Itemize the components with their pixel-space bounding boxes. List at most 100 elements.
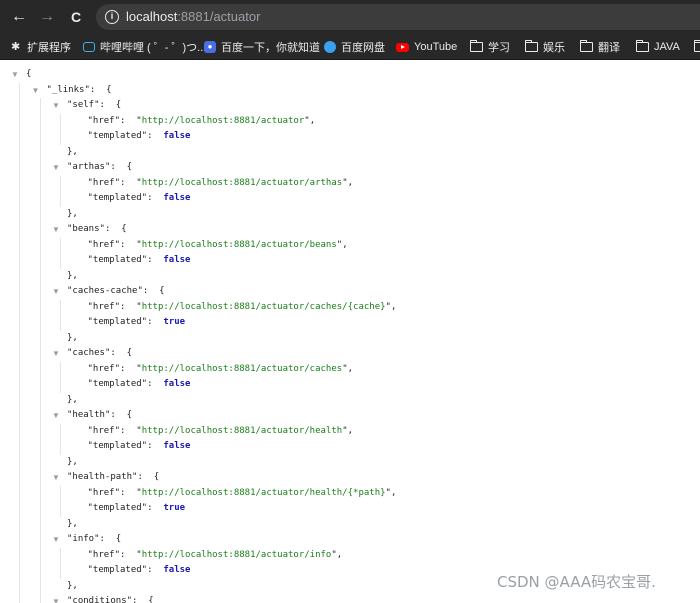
folder-icon [636, 40, 649, 52]
json-code: "href": "http://localhost:8881/actuator/… [87, 301, 397, 312]
json-href-line: "href": "http://localhost:8881/actuator/… [0, 486, 700, 502]
json-punctuation: , [347, 177, 354, 188]
json-key: "templated" [87, 255, 148, 265]
collapse-toggle-icon[interactable]: ▼ [51, 222, 61, 238]
json-key: "templated" [87, 131, 148, 141]
json-code: "info": { [67, 534, 122, 544]
json-code: }, [67, 145, 78, 161]
json-punctuation: }, [67, 456, 78, 467]
json-punctuation: , [390, 301, 397, 312]
json-punctuation: : { [110, 162, 133, 172]
json-key: "href" [87, 239, 121, 250]
json-templated-line: "templated": false [0, 129, 700, 145]
forward-icon[interactable]: → [37, 7, 57, 27]
bookmark-bilibili[interactable]: 哔哩哔哩 ( ゜- ゜)つ... [83, 34, 206, 59]
json-key: "href" [87, 115, 121, 126]
bookmark-extensions[interactable]: ✱ 扩展程序 [11, 34, 71, 59]
json-bool-value: true [163, 503, 186, 513]
bookmark-folder-entertainment[interactable]: 娱乐 [525, 34, 565, 59]
back-icon[interactable]: ← [9, 7, 29, 27]
bookmark-folder-study[interactable]: 学习 [470, 34, 510, 59]
json-key: conditions [72, 596, 127, 603]
bookmark-overflow[interactable] [694, 34, 700, 59]
json-punctuation: : [147, 131, 164, 141]
json-entry-key: ▼ "health": { [0, 408, 700, 424]
json-key: "href" [87, 301, 121, 312]
baidu-icon: ● [204, 41, 216, 53]
collapse-toggle-icon[interactable]: ▼ [10, 67, 20, 83]
folder-icon [580, 40, 593, 52]
json-key: "templated" [87, 379, 148, 389]
collapse-toggle-icon[interactable]: ▼ [51, 408, 61, 424]
json-href-line: "href": "http://localhost:8881/actuator/… [0, 424, 700, 440]
address-bar[interactable]: i localhost:8881/actuator [96, 4, 700, 30]
collapse-toggle-icon[interactable]: ▼ [51, 160, 61, 176]
json-href-line: "href": "http://localhost:8881/actuator/… [0, 176, 700, 192]
json-code: "health-path": { [67, 472, 160, 482]
bookmark-folder-java[interactable]: JAVA [636, 34, 680, 59]
json-entry-key: ▼ "health-path": { [0, 470, 700, 486]
json-code: "caches": { [67, 348, 133, 358]
json-punctuation: , [309, 115, 316, 126]
bookmark-label: 百度一下，你就知道 [221, 42, 320, 54]
json-code: "templated": true [88, 501, 186, 517]
json-punctuation: : { [89, 84, 112, 95]
json-punctuation: : { [99, 100, 122, 110]
json-string-value: http://localhost:8881/actuator/caches/{c… [141, 301, 386, 312]
json-code: "templated": false [88, 129, 191, 145]
json-punctuation: }, [67, 332, 78, 343]
watermark: CSDN @AAA码农宝哥. [497, 573, 656, 591]
json-entry-close: }, [0, 269, 700, 285]
json-code: "href": "http://localhost:8881/actuator"… [87, 115, 316, 126]
indent-guide [60, 485, 61, 517]
collapse-toggle-icon[interactable]: ▼ [51, 470, 61, 486]
folder-icon [470, 40, 483, 52]
indent-guide [60, 547, 61, 579]
bookmark-baidu[interactable]: ● 百度一下，你就知道 [204, 34, 320, 59]
json-key: "templated" [87, 193, 148, 203]
indent-guide [39, 98, 41, 603]
json-entry-close: }, [0, 393, 700, 409]
collapse-toggle-icon[interactable]: ▼ [31, 83, 41, 99]
json-punctuation: : [120, 363, 137, 374]
collapse-toggle-icon[interactable]: ▼ [51, 532, 61, 548]
json-punctuation: , [347, 425, 354, 436]
folder-icon [525, 40, 538, 52]
json-code: "health": { [67, 410, 133, 420]
bookmarks-bar: ✱ 扩展程序 哔哩哔哩 ( ゜- ゜)つ... ● 百度一下，你就知道 百度网盘… [0, 34, 700, 60]
bookmark-label: YouTube [414, 41, 458, 53]
json-punctuation: , [390, 487, 397, 498]
json-key: health [72, 410, 105, 420]
json-code: "_links": { [46, 84, 112, 95]
json-code: }, [67, 393, 78, 409]
json-templated-line: "templated": true [0, 501, 700, 517]
json-punctuation: }, [67, 580, 78, 591]
json-code: "templated": false [88, 377, 191, 393]
bookmark-youtube[interactable]: YouTube [396, 34, 458, 59]
bookmark-baidu-cloud[interactable]: 百度网盘 [324, 34, 385, 59]
json-punctuation: : [120, 301, 137, 312]
collapse-toggle-icon[interactable]: ▼ [51, 98, 61, 114]
json-punctuation: : [120, 549, 137, 560]
json-bool-value: false [163, 379, 191, 389]
json-viewer: ▼{▼ "_links": {▼ "self": {"href": "http://… [0, 61, 700, 603]
collapse-toggle-icon[interactable]: ▼ [51, 346, 61, 362]
json-entry-key: ▼ "caches-cache": { [0, 284, 700, 300]
json-entry-close: }, [0, 517, 700, 533]
json-code: }, [67, 331, 78, 347]
collapse-toggle-icon[interactable]: ▼ [51, 594, 61, 603]
site-info-icon[interactable]: i [105, 10, 119, 24]
json-punctuation: : [120, 115, 137, 126]
json-code: }, [67, 455, 78, 471]
json-code: "href": "http://localhost:8881/actuator/… [87, 177, 354, 188]
bookmark-folder-translate[interactable]: 翻译 [580, 34, 620, 59]
json-entry-close: }, [0, 331, 700, 347]
json-templated-line: "templated": false [0, 439, 700, 455]
collapse-toggle-icon[interactable]: ▼ [51, 284, 61, 300]
json-string-value: http://localhost:8881/actuator/beans [141, 239, 337, 250]
json-key: beans [72, 224, 100, 234]
json-key: caches-cache [72, 286, 138, 296]
url-text[interactable]: localhost:8881/actuator [126, 9, 260, 25]
json-bool-value: false [163, 131, 191, 141]
reload-icon[interactable]: C [66, 7, 86, 27]
